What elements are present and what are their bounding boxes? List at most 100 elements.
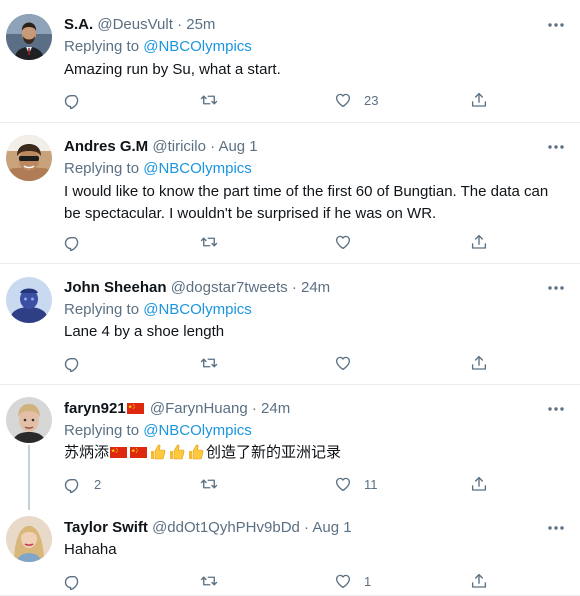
replying-label: Replying to: [64, 38, 140, 55]
more-options-icon[interactable]: [546, 15, 566, 35]
retweet-button[interactable]: [200, 353, 230, 373]
tweet-reply[interactable]: faryn921 @FarynHuang · 24m Replying to @…: [0, 385, 580, 510]
user-handle[interactable]: @ddOt1QyhPHv9bDd: [152, 519, 300, 536]
like-button[interactable]: [334, 353, 364, 373]
avatar[interactable]: [6, 14, 52, 60]
tweet-header: S.A. @DeusVult · 25m: [64, 16, 216, 33]
share-icon: [470, 233, 488, 251]
avatar[interactable]: [6, 277, 52, 323]
share-icon: [470, 91, 488, 109]
mention-link[interactable]: @NBCOlympics: [143, 160, 252, 177]
mention-link[interactable]: @NBCOlympics: [143, 422, 252, 439]
china-flag-icon: [130, 447, 147, 458]
like-icon: [334, 91, 352, 109]
timestamp[interactable]: 24m: [261, 400, 290, 417]
tweet-text-suffix: 创造了新的亚洲记录: [206, 444, 342, 461]
china-flag-icon: [110, 447, 127, 458]
like-icon: [334, 233, 352, 251]
retweet-button[interactable]: [200, 474, 230, 494]
reply-count: 2: [94, 476, 102, 492]
timestamp[interactable]: Aug 1: [218, 138, 257, 155]
tweet-reply[interactable]: S.A. @DeusVult · 25m Replying to @NBCOly…: [0, 0, 580, 123]
share-button[interactable]: [470, 232, 488, 252]
more-options-icon[interactable]: [546, 518, 566, 538]
action-bar: [64, 232, 494, 252]
timestamp[interactable]: 24m: [301, 279, 330, 296]
tweet-header: Andres G.M @tiricilo · Aug 1: [64, 138, 258, 155]
retweet-icon: [200, 354, 218, 372]
tweet-text: Hahaha: [64, 541, 117, 558]
avatar[interactable]: [6, 516, 52, 562]
avatar[interactable]: [6, 397, 52, 443]
mention-link[interactable]: @NBCOlympics: [143, 38, 252, 55]
more-options-icon[interactable]: [546, 399, 566, 419]
like-button[interactable]: 11: [334, 474, 378, 494]
tweet-text: I would like to know the part time of th…: [64, 183, 549, 222]
retweet-button[interactable]: [200, 232, 230, 252]
share-icon: [470, 572, 488, 590]
reply-button[interactable]: [64, 353, 94, 373]
thread-connector: [28, 445, 30, 510]
user-handle[interactable]: @dogstar7tweets: [171, 279, 288, 296]
tweet-text: Lane 4 by a shoe length: [64, 323, 225, 340]
reply-icon: [64, 233, 82, 251]
reply-button[interactable]: [64, 571, 94, 591]
retweet-button[interactable]: [200, 90, 230, 110]
display-name[interactable]: Taylor Swift: [64, 519, 148, 536]
like-button[interactable]: [334, 232, 364, 252]
retweet-icon: [200, 91, 218, 109]
retweet-button[interactable]: [200, 571, 230, 591]
reply-button[interactable]: 2: [64, 474, 101, 494]
display-name[interactable]: Andres G.M: [64, 138, 148, 155]
tweet-reply[interactable]: John Sheehan @dogstar7tweets · 24m Reply…: [0, 264, 580, 385]
tweet-reply[interactable]: Taylor Swift @ddOt1QyhPHv9bDd · Aug 1 Ha…: [0, 505, 580, 596]
action-bar: [64, 353, 494, 373]
share-button[interactable]: [470, 90, 488, 110]
tweet-header: faryn921 @FarynHuang · 24m: [64, 400, 291, 417]
tweet-header: John Sheehan @dogstar7tweets · 24m: [64, 279, 331, 296]
tweet-text: Amazing run by Su, what a start.: [64, 61, 281, 78]
like-count: 11: [364, 476, 378, 492]
share-button[interactable]: [470, 353, 488, 373]
like-icon: [334, 475, 352, 493]
like-button[interactable]: 1: [334, 571, 371, 591]
like-button[interactable]: 23: [334, 90, 378, 110]
more-options-icon[interactable]: [546, 137, 566, 157]
action-bar: 23: [64, 90, 494, 110]
tweet-text-prefix: 苏炳添: [64, 444, 110, 461]
reply-icon: [64, 572, 82, 590]
reply-button[interactable]: [64, 90, 94, 110]
mention-link[interactable]: @NBCOlympics: [143, 301, 252, 318]
replying-label: Replying to: [64, 160, 140, 177]
replying-to: Replying to @NBCOlympics: [64, 300, 252, 320]
user-handle[interactable]: @FarynHuang: [150, 400, 248, 417]
reply-button[interactable]: [64, 232, 94, 252]
like-icon: [334, 354, 352, 372]
thumbs-up-icon: [149, 443, 166, 460]
timestamp[interactable]: Aug 1: [312, 519, 351, 536]
share-button[interactable]: [470, 571, 488, 591]
retweet-icon: [200, 572, 218, 590]
more-options-icon[interactable]: [546, 278, 566, 298]
tweet-reply[interactable]: Andres G.M @tiricilo · Aug 1 Replying to…: [0, 123, 580, 264]
timestamp[interactable]: 25m: [186, 16, 215, 33]
user-handle[interactable]: @DeusVult: [97, 16, 173, 33]
like-icon: [334, 572, 352, 590]
like-count: 1: [364, 573, 372, 589]
avatar[interactable]: [6, 135, 52, 181]
action-bar: 2 11: [64, 474, 494, 494]
display-name[interactable]: S.A.: [64, 16, 93, 33]
replying-label: Replying to: [64, 422, 140, 439]
display-name[interactable]: John Sheehan: [64, 279, 167, 296]
user-handle[interactable]: @tiricilo: [152, 138, 206, 155]
retweet-icon: [200, 233, 218, 251]
retweet-icon: [200, 475, 218, 493]
reply-icon: [64, 91, 82, 109]
reply-icon: [64, 354, 82, 372]
share-button[interactable]: [470, 474, 488, 494]
share-icon: [470, 475, 488, 493]
replying-to: Replying to @NBCOlympics: [64, 159, 252, 179]
display-name[interactable]: faryn921: [64, 400, 126, 417]
tweet-text: 苏炳添 创造了新的亚洲记录: [64, 442, 569, 464]
share-icon: [470, 354, 488, 372]
